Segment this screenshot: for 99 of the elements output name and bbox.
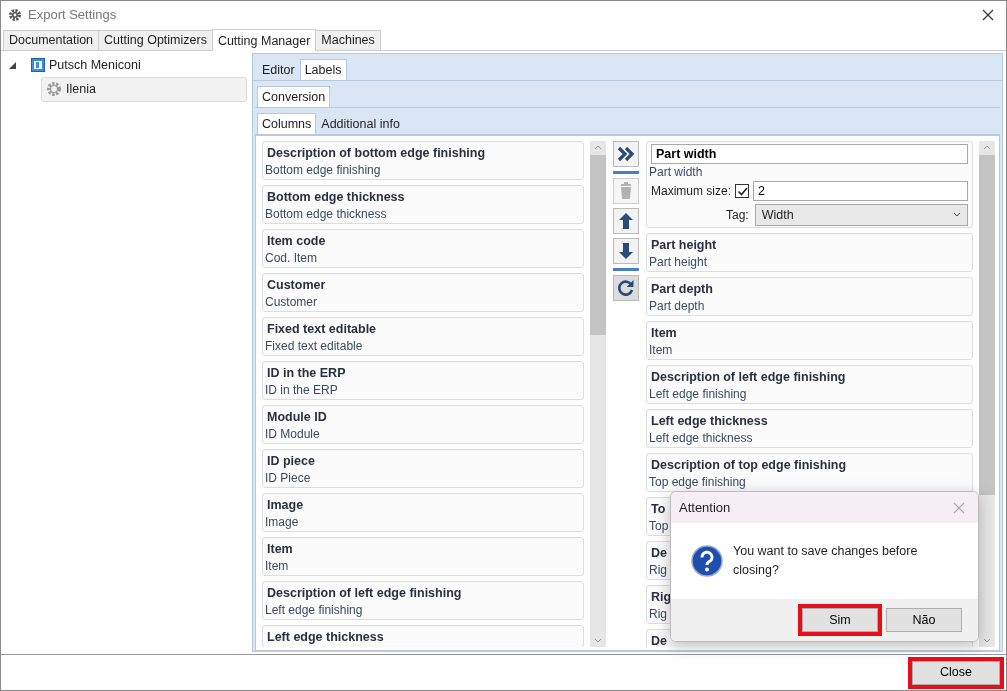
column-title: De [650, 545, 667, 562]
column-title: Left edge thickness [266, 629, 384, 646]
gear-icon [8, 7, 22, 22]
move-down-button[interactable] [613, 238, 639, 264]
column-title: Part depth [650, 281, 713, 298]
column-card[interactable]: Module ID ID Module [262, 405, 584, 444]
column-title: Description of left edge finishing [650, 369, 846, 386]
column-label: Rig [649, 562, 667, 578]
column-label: ID Piece [265, 470, 311, 486]
add-button[interactable] [613, 141, 639, 167]
tab[interactable]: Cutting Manager [211, 29, 317, 51]
column-title: Image [266, 497, 304, 514]
column-label: Left edge thickness [649, 430, 753, 446]
column-card[interactable]: Item Item [646, 321, 973, 360]
column-label: Left edge finishing [265, 602, 363, 618]
column-label: Item [265, 558, 289, 574]
column-label: Left edge finishing [649, 386, 747, 402]
tab[interactable]: Columns [257, 113, 317, 134]
tab[interactable]: Labels [299, 59, 347, 80]
tree-item[interactable]: Ilenia [41, 76, 247, 102]
column-title: Item code [266, 233, 326, 250]
column-card[interactable]: Customer Customer [262, 273, 584, 312]
column-card[interactable]: Left edge thickness [262, 625, 584, 647]
title-field[interactable]: Part width [651, 144, 968, 164]
column-card[interactable]: Item code Cod. Item [262, 229, 584, 268]
column-card[interactable]: Part height Part height [646, 233, 973, 272]
scrollbar[interactable] [590, 141, 606, 647]
column-title: Bottom edge thickness [266, 189, 405, 206]
column-card[interactable]: Part depth Part depth [646, 277, 973, 316]
tree-item[interactable]: Putsch Meniconi [7, 54, 252, 77]
column-title: Description of top edge finishing [650, 457, 847, 474]
question-icon [691, 545, 723, 577]
column-label: Cod. Item [265, 250, 318, 266]
column-label: Customer [265, 294, 317, 310]
column-card[interactable]: Image Image [262, 493, 584, 532]
column-title: Description of bottom edge finishing [266, 145, 486, 162]
dialog-button[interactable]: Não [886, 608, 962, 632]
dialog-title: Attention [679, 498, 731, 517]
double-chevron-icon [616, 144, 636, 164]
column-label: Bottom edge finishing [265, 162, 381, 178]
refresh-icon [616, 278, 636, 298]
column-label: ID in the ERP [265, 382, 338, 398]
column-label: Top edge finishing [649, 474, 746, 490]
column-title: Module ID [266, 409, 327, 426]
column-label: Part depth [649, 298, 705, 314]
column-title: Rig [650, 589, 672, 606]
checkbox[interactable] [735, 184, 749, 198]
gear-icon [46, 81, 62, 98]
column-card[interactable]: Description of left edge finishing Left edge finishing [646, 365, 973, 404]
column-card[interactable]: Bottom edge thickness Bottom edge thickness [262, 185, 584, 224]
tab[interactable]: Machines [315, 30, 381, 50]
close-icon [953, 501, 965, 514]
column-label: Part height [649, 254, 708, 270]
column-title: Part height [650, 237, 717, 254]
window-title: Export Settings [28, 5, 117, 24]
dialog-message: You want to save changes before closing? [733, 543, 919, 579]
tab[interactable]: Cutting Optimizers [98, 30, 213, 50]
column-title: Left edge thickness [650, 413, 768, 430]
column-label: Image [265, 514, 299, 530]
tag-dropdown[interactable]: Width [754, 204, 968, 226]
column-card[interactable]: Left edge thickness Left edge thickness [646, 409, 973, 448]
close-icon [982, 8, 994, 21]
column-card[interactable]: Description of bottom edge finishing Bottom edge finishing [262, 141, 584, 180]
field-label: Tag: [726, 207, 749, 224]
tab[interactable]: Documentation [3, 30, 100, 50]
column-label: Top [649, 518, 669, 534]
column-label: Part width [649, 164, 703, 180]
size-field[interactable]: 2 [753, 181, 968, 201]
column-card[interactable]: Item Item [262, 537, 584, 576]
chevron-down-icon [953, 212, 961, 218]
column-title: Customer [266, 277, 326, 294]
column-card[interactable]: ID in the ERP ID in the ERP [262, 361, 584, 400]
move-up-button[interactable] [613, 208, 639, 234]
scrollbar[interactable] [979, 141, 995, 647]
column-label: Fixed text editable [265, 338, 363, 354]
tab[interactable]: Additional info [316, 113, 405, 134]
column-title: Description of left edge finishing [266, 585, 462, 602]
tab[interactable]: Editor [257, 59, 300, 80]
column-card[interactable]: Part width Part width Maximum size: 2 Tag: Width [646, 141, 973, 228]
column-label: Item [649, 342, 673, 358]
column-title: ID piece [266, 453, 315, 470]
column-card[interactable]: ID piece ID Piece [262, 449, 584, 488]
column-card[interactable]: Description of top edge finishing Top edge finishing [646, 453, 973, 492]
check-icon [736, 185, 748, 197]
field-label: Maximum size: [651, 183, 731, 200]
column-label: ID Module [265, 426, 320, 442]
column-title: Fixed text editable [266, 321, 377, 338]
column-title: Item [650, 325, 677, 342]
tab[interactable]: Conversion [257, 86, 331, 107]
column-title: To [650, 501, 666, 518]
column-label: Rig [649, 606, 667, 622]
column-title: De [650, 633, 667, 647]
column-title: ID in the ERP [266, 365, 346, 382]
column-card[interactable]: Description of left edge finishing Left edge finishing [262, 581, 584, 620]
refresh-button[interactable] [613, 275, 639, 301]
column-label: Bottom edge thickness [265, 206, 387, 222]
company-icon [31, 58, 45, 73]
column-title: Item [266, 541, 293, 558]
column-card[interactable]: Fixed text editable Fixed text editable [262, 317, 584, 356]
